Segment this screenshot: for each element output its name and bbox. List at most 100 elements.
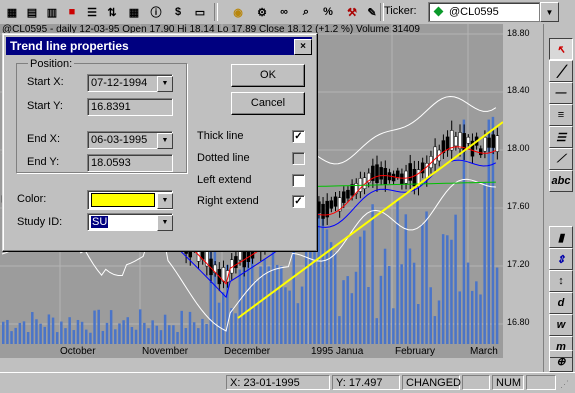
crosshair-icon[interactable]: ⊕ — [549, 350, 573, 372]
fibonacci-tool-icon[interactable]: ☰ — [549, 126, 573, 148]
volume-bar — [147, 328, 150, 344]
gann-tool-icon[interactable]: ⟋ — [549, 148, 573, 170]
end-x-dropdown-button[interactable]: ▼ — [157, 133, 173, 149]
pointer-tool-icon[interactable]: ↖ — [549, 38, 573, 60]
price-tick: 18.40 — [507, 85, 530, 95]
candle-body — [404, 170, 408, 184]
volume-bar — [495, 267, 499, 344]
status-empty-2 — [526, 375, 556, 390]
candle-body — [479, 148, 483, 156]
volume-bar — [300, 286, 304, 344]
candle-body — [495, 135, 500, 152]
left-extend-checkbox[interactable] — [292, 174, 305, 187]
ok-button[interactable]: OK — [231, 64, 305, 87]
text-tool-icon[interactable]: abc — [549, 170, 573, 192]
info-icon[interactable]: ⓘ — [146, 2, 166, 22]
volume-bar — [458, 291, 461, 344]
close-button[interactable]: × — [294, 39, 312, 55]
glasses-icon[interactable]: ∞ — [274, 2, 294, 22]
volume-bar — [97, 309, 100, 344]
dotted-line-checkbox[interactable] — [292, 152, 305, 165]
month-label: December — [224, 346, 271, 357]
resize-grip-icon[interactable]: ⋰ — [560, 379, 569, 390]
gear-icon[interactable]: ⚙ — [252, 2, 272, 22]
candle-body — [400, 173, 404, 185]
volume-bar — [130, 326, 134, 344]
volume-bar — [363, 230, 366, 344]
candle-body — [433, 146, 437, 165]
volume-bar — [205, 323, 208, 344]
ticker-input[interactable]: @CL0595 — [428, 2, 540, 22]
volume-bar — [334, 252, 337, 344]
end-y-label: End Y: — [27, 156, 60, 168]
candle-body — [333, 196, 338, 207]
status-bar: X: 23-01-1995 Y: 17.497 CHANGED NUM ⋰ — [0, 372, 575, 393]
month-label: March — [470, 346, 498, 357]
ruler-tool-icon[interactable]: ⇕ — [549, 248, 573, 270]
tools-icon[interactable]: ✎ — [362, 2, 382, 22]
color-dropdown-button[interactable]: ▼ — [157, 193, 173, 209]
volume-bar — [350, 293, 354, 344]
day-period-icon[interactable]: d — [549, 292, 573, 314]
calendar-icon[interactable]: ▤ — [22, 2, 42, 22]
study-id-value: SU — [91, 216, 109, 228]
hammer-icon[interactable]: ⚒ — [342, 2, 362, 22]
week-period-icon[interactable]: w — [549, 314, 573, 336]
start-y-value: 16.8391 — [91, 101, 131, 113]
volume-bar — [201, 318, 204, 344]
volume-bar — [346, 276, 349, 344]
search-icon[interactable]: ⌕ — [296, 2, 316, 22]
volume-bar — [325, 229, 329, 344]
channel-tool-icon[interactable]: ≡ — [549, 104, 573, 126]
dollar-icon[interactable]: $ — [168, 2, 188, 22]
coins-icon[interactable]: ◉ — [228, 2, 248, 22]
sort-icon[interactable]: ⇅ — [102, 2, 122, 22]
volume-bar — [238, 269, 242, 344]
cancel-button[interactable]: Cancel — [231, 92, 305, 115]
table-icon[interactable]: ▦ — [124, 2, 144, 22]
volume-bar — [55, 332, 59, 344]
zoom-tool-icon[interactable]: ↕ — [549, 270, 573, 292]
start-x-dropdown-button[interactable]: ▼ — [157, 76, 173, 92]
volume-bar — [39, 323, 42, 344]
right-extend-label: Right extend — [197, 195, 259, 207]
volume-bar — [197, 328, 200, 344]
start-x-label: Start X: — [27, 76, 64, 88]
candle-body — [321, 203, 325, 219]
shapes-icon[interactable]: ■ — [62, 2, 82, 22]
volume-bar — [163, 314, 167, 344]
volume-bar — [118, 323, 121, 344]
dialog-title[interactable]: Trend line properties — [6, 37, 312, 55]
start-y-field[interactable]: 16.8391 — [87, 98, 173, 116]
chart-icon[interactable]: ▦ — [2, 2, 22, 22]
end-y-field[interactable]: 18.0593 — [87, 154, 173, 172]
price-axis: 18.80 18.40 18.00 17.60 17.20 16.80 — [503, 24, 543, 358]
bar-chart-tool-icon[interactable]: ▮ — [549, 226, 573, 248]
volume-bar — [483, 182, 486, 344]
volume-bar — [122, 320, 125, 344]
trendline-tool-icon[interactable]: ╱ — [549, 60, 573, 82]
volume-bar — [93, 310, 96, 344]
volume-bar — [217, 302, 221, 344]
candle-body — [412, 168, 417, 187]
candle-body — [379, 167, 383, 180]
volume-bar — [470, 290, 474, 344]
volume-bar — [375, 318, 378, 344]
horizontal-line-tool-icon[interactable]: — — [549, 82, 573, 104]
grid-icon[interactable]: ▥ — [42, 2, 62, 22]
volume-bar — [383, 248, 387, 344]
ticker-value: @CL0595 — [449, 6, 499, 18]
list-icon[interactable]: ☰ — [82, 2, 102, 22]
volume-bar — [387, 266, 391, 344]
volume-bar — [64, 328, 67, 344]
candle-body — [458, 132, 462, 149]
right-extend-checkbox[interactable]: ✓ — [292, 195, 305, 208]
month-label: February — [395, 346, 436, 357]
thick-line-checkbox[interactable]: ✓ — [292, 130, 305, 143]
status-num: NUM — [492, 375, 524, 390]
study-id-dropdown-button[interactable]: ▼ — [157, 215, 173, 231]
percent-icon[interactable]: % — [318, 2, 338, 22]
ticker-dropdown-button[interactable]: ▼ — [540, 2, 559, 22]
document-icon[interactable]: ▭ — [190, 2, 210, 22]
color-label: Color: — [17, 193, 47, 205]
